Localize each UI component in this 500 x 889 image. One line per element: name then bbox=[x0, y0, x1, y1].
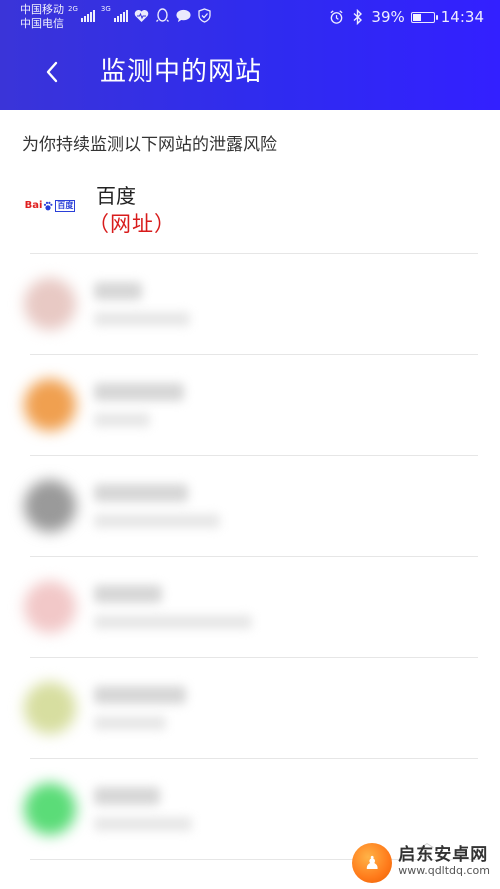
signal-icon bbox=[80, 9, 95, 22]
battery-icon bbox=[410, 11, 438, 23]
baidu-logo-du: 百度 bbox=[55, 200, 76, 212]
blurred-site-name bbox=[94, 686, 186, 704]
qq-penguin-icon bbox=[155, 8, 170, 23]
watermark-text: 启东安卓网 www.qdltdq.com bbox=[398, 847, 490, 879]
blurred-site-url bbox=[94, 615, 252, 629]
blurred-logo-icon bbox=[24, 278, 76, 330]
network-type-2: 3G bbox=[100, 5, 111, 13]
blurred-logo-icon bbox=[24, 783, 76, 835]
watermark-url: www.qdltdq.com bbox=[398, 864, 490, 877]
chevron-left-icon bbox=[46, 61, 58, 83]
paw-icon bbox=[44, 201, 53, 211]
status-icons-right: 39% 14:34 bbox=[329, 8, 484, 26]
health-heart-icon bbox=[134, 8, 149, 23]
monitored-site-list: Bai 百度 百度 （网址） bbox=[0, 166, 500, 860]
page-subtitle: 为你持续监测以下网站的泄露风险 bbox=[22, 135, 277, 155]
site-item-blurred-2[interactable] bbox=[0, 355, 500, 456]
site-url: （网址） bbox=[88, 212, 176, 236]
carrier-info: 中国移动 中国电信 bbox=[20, 3, 64, 31]
blurred-logo-icon bbox=[24, 480, 76, 532]
baidu-logo-text: Bai bbox=[24, 200, 43, 211]
status-time: 14:34 bbox=[440, 8, 484, 26]
baidu-logo-icon: Bai 百度 bbox=[24, 180, 76, 232]
blurred-site-url bbox=[94, 716, 166, 730]
network-type-1: 2G bbox=[68, 5, 78, 13]
battery-level-fill bbox=[412, 13, 422, 21]
shield-check-icon bbox=[197, 8, 212, 23]
blurred-logo-icon bbox=[24, 581, 76, 633]
blurred-logo-icon bbox=[24, 379, 76, 431]
signal-icon bbox=[113, 9, 128, 22]
page-title: 监测中的网站 bbox=[100, 57, 263, 87]
battery-percent: 39% bbox=[371, 8, 405, 26]
blurred-site-url bbox=[94, 514, 220, 528]
blurred-site-name bbox=[94, 484, 188, 502]
site-name: 百度 bbox=[96, 184, 136, 208]
back-button[interactable] bbox=[34, 54, 70, 90]
app-header: 中国移动 中国电信 2G 3G 39% 14:34 监测中的网站 bbox=[0, 0, 500, 110]
blurred-site-url bbox=[94, 312, 190, 326]
bluetooth-icon bbox=[350, 9, 365, 25]
site-item-blurred-5[interactable] bbox=[0, 658, 500, 759]
chat-bubble-icon bbox=[176, 8, 191, 23]
carrier-2: 中国电信 bbox=[20, 17, 64, 30]
carrier-1: 中国移动 bbox=[20, 3, 64, 16]
site-item-baidu[interactable]: Bai 百度 百度 （网址） bbox=[0, 166, 500, 254]
watermark-logo-icon: ♟ bbox=[352, 843, 393, 883]
watermark-name: 启东安卓网 bbox=[398, 845, 489, 865]
blurred-logo-icon bbox=[24, 682, 76, 734]
alarm-clock-icon bbox=[329, 10, 344, 25]
site-watermark: ♟ 启东安卓网 www.qdltdq.com bbox=[352, 843, 490, 883]
blurred-site-url bbox=[94, 413, 150, 427]
blurred-site-name bbox=[94, 383, 184, 401]
blurred-site-name bbox=[94, 585, 162, 603]
site-item-blurred-4[interactable] bbox=[0, 557, 500, 658]
status-bar: 中国移动 中国电信 2G 3G 39% 14:34 bbox=[0, 0, 500, 36]
site-item-blurred-3[interactable] bbox=[0, 456, 500, 557]
blurred-site-name bbox=[94, 282, 142, 300]
site-item-blurred-1[interactable] bbox=[0, 254, 500, 355]
blurred-site-name bbox=[94, 787, 160, 805]
blurred-site-url bbox=[94, 817, 192, 831]
status-icons-left: 2G 3G bbox=[68, 5, 212, 23]
